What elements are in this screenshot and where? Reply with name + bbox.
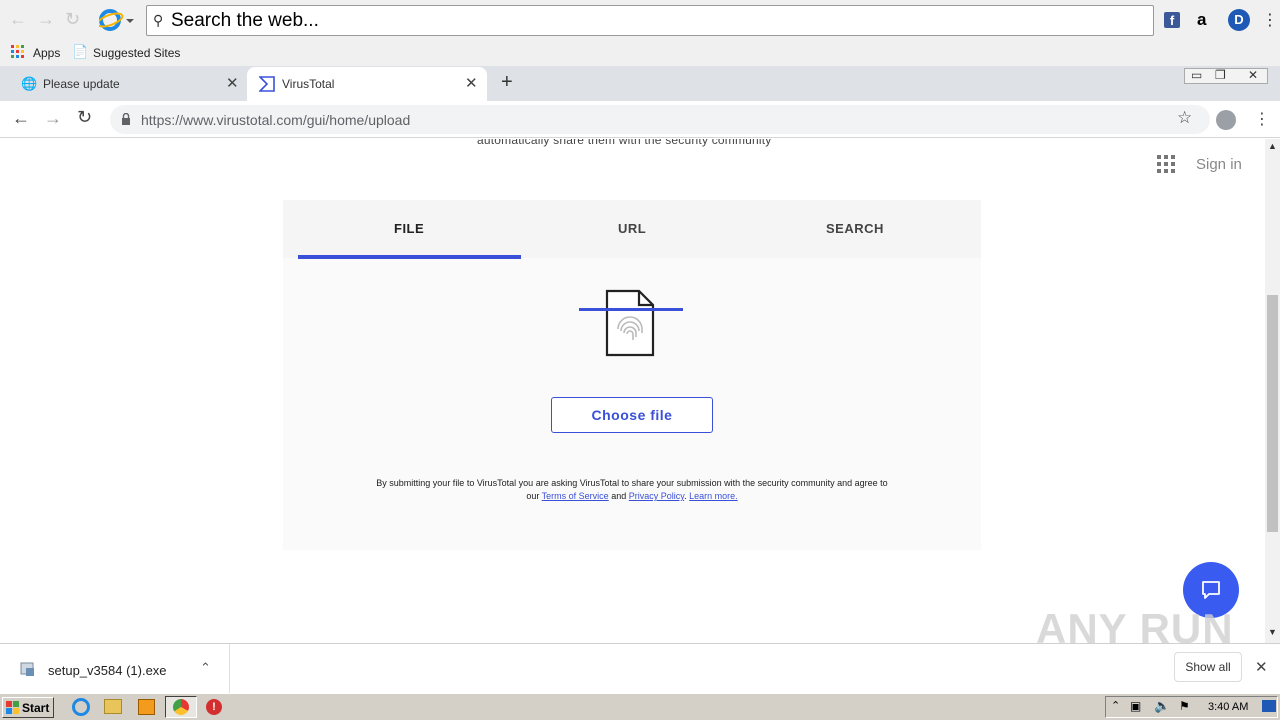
new-tab-icon[interactable]: +	[501, 71, 513, 94]
back-icon[interactable]: ←	[12, 108, 30, 129]
tab-strip: 🌐 Please update ✕ VirusTotal ✕ + ▭ ❐ ✕	[0, 66, 1280, 101]
tab-search[interactable]: SEARCH	[826, 221, 884, 236]
learn-more-link[interactable]: Learn more.	[689, 491, 738, 501]
url-input[interactable]: https://www.virustotal.com/gui/home/uplo…	[110, 105, 1210, 134]
start-button[interactable]: Start	[2, 697, 54, 718]
download-filename: setup_v3584 (1).exe	[48, 663, 167, 678]
show-all-button[interactable]: Show all	[1174, 652, 1242, 682]
back-icon[interactable]: ←	[9, 9, 27, 30]
tab-virustotal[interactable]: VirusTotal ✕	[247, 67, 487, 101]
windows-logo-icon	[6, 701, 19, 714]
page-subtitle: automatically share them with the securi…	[477, 139, 772, 147]
scroll-up-icon[interactable]: ▲	[1268, 141, 1277, 151]
menu-kebab-icon[interactable]: ⋮	[1262, 10, 1278, 30]
account-icon[interactable]	[1216, 110, 1236, 130]
tab-url[interactable]: URL	[618, 221, 646, 236]
network-icon[interactable]: ▣	[1130, 699, 1141, 713]
start-label: Start	[22, 701, 50, 715]
profile-d-icon[interactable]: D	[1228, 9, 1250, 31]
chrome-taskbar-button[interactable]	[165, 696, 197, 718]
virustotal-logo-icon	[259, 76, 275, 92]
address-bar: ← → ↻ https://www.virustotal.com/gui/hom…	[0, 101, 1280, 138]
lock-icon	[122, 113, 130, 125]
ie-taskbar-icon[interactable]	[72, 698, 90, 716]
refresh-icon[interactable]: ↻	[65, 9, 80, 30]
amazon-icon[interactable]: a	[1197, 10, 1206, 30]
apps-grid-icon[interactable]	[1157, 155, 1175, 173]
media-player-taskbar-icon[interactable]	[138, 699, 155, 715]
taskbar: Start ! ⌃ ▣ 🔈 ⚑ 3:40 AM	[0, 693, 1280, 720]
clock: 3:40 AM	[1208, 701, 1249, 713]
tab-title: Please update	[43, 77, 120, 91]
page-content: automatically share them with the securi…	[0, 139, 1265, 643]
terms-line1: By submitting your file to VirusTotal yo…	[376, 478, 888, 488]
file-fingerprint-icon	[579, 289, 683, 357]
terms-of-service-link[interactable]: Terms of Service	[542, 491, 609, 501]
tray-expand-icon[interactable]: ⌃	[1111, 699, 1120, 712]
close-tab-icon[interactable]: ✕	[226, 74, 239, 92]
scroll-down-icon[interactable]: ▼	[1268, 627, 1277, 637]
window-controls: ▭ ❐ ✕	[1184, 68, 1268, 84]
forward-icon[interactable]: →	[44, 108, 62, 129]
explorer-taskbar-icon[interactable]	[104, 699, 122, 714]
url-text: https://www.virustotal.com/gui/home/uplo…	[141, 112, 411, 128]
close-window-icon[interactable]: ✕	[1248, 68, 1258, 82]
tab-title: VirusTotal	[282, 77, 335, 91]
search-input[interactable]: ⚲ Search the web...	[146, 5, 1154, 36]
active-tab-indicator	[298, 255, 521, 259]
exe-file-icon	[20, 662, 34, 676]
close-downloads-icon[interactable]: ✕	[1255, 658, 1268, 676]
chrome-menu-icon[interactable]: ⋮	[1254, 109, 1270, 129]
sign-in-link[interactable]: Sign in	[1196, 156, 1242, 173]
bookmark-apps[interactable]: Apps	[33, 46, 60, 60]
star-icon[interactable]: ☆	[1177, 108, 1192, 128]
minimize-icon[interactable]: ▭	[1191, 68, 1202, 82]
chevron-up-icon[interactable]: ⌃	[200, 660, 211, 676]
desktop-icon[interactable]	[1262, 700, 1276, 712]
tab-file[interactable]: FILE	[394, 221, 424, 236]
upload-tabs: FILE URL SEARCH	[283, 200, 981, 259]
tab-please-update[interactable]: 🌐 Please update ✕	[0, 67, 246, 101]
scroll-thumb[interactable]	[1267, 295, 1278, 532]
download-item[interactable]: setup_v3584 (1).exe ⌃	[0, 644, 230, 694]
globe-icon: 🌐	[21, 76, 38, 91]
forward-icon[interactable]: →	[37, 9, 55, 30]
search-placeholder: Search the web...	[171, 10, 319, 31]
system-tray: ⌃ ▣ 🔈 ⚑	[1105, 696, 1278, 718]
flag-icon[interactable]: ⚑	[1179, 699, 1190, 713]
reload-icon[interactable]: ↻	[77, 107, 92, 128]
restore-icon[interactable]: ❐	[1215, 68, 1226, 82]
upload-card: FILE URL SEARCH Choose file By submittin…	[283, 200, 981, 550]
page-icon: 📄	[72, 44, 89, 59]
chat-bubble-icon	[1202, 581, 1220, 599]
terms-and: and	[611, 491, 627, 501]
choose-file-button[interactable]: Choose file	[551, 397, 713, 433]
downloads-bar: setup_v3584 (1).exe ⌃ Show all ✕	[0, 643, 1280, 694]
chrome-icon	[173, 699, 189, 715]
volume-icon[interactable]: 🔈	[1154, 698, 1170, 714]
privacy-policy-link[interactable]: Privacy Policy	[629, 491, 684, 501]
terms-dot: .	[684, 491, 687, 501]
apps-grid-icon[interactable]	[11, 45, 25, 59]
terms-notice: By submitting your file to VirusTotal yo…	[323, 477, 941, 503]
terms-our: our	[526, 491, 540, 501]
opera-taskbar-icon[interactable]: !	[206, 699, 222, 715]
bookmarks-bar: Apps 📄 Suggested Sites	[0, 40, 1280, 66]
bookmark-suggested-sites[interactable]: Suggested Sites	[93, 46, 180, 60]
search-toolbar: ← → ↻ ⚲ Search the web... f a D ⋮	[0, 0, 1280, 40]
facebook-icon[interactable]: f	[1164, 12, 1180, 28]
close-tab-icon[interactable]: ✕	[465, 74, 478, 92]
ie-logo-icon[interactable]	[99, 8, 135, 32]
search-icon: ⚲	[153, 12, 164, 28]
terms-line2: our Terms of Service and Privacy Policy.…	[323, 490, 941, 503]
